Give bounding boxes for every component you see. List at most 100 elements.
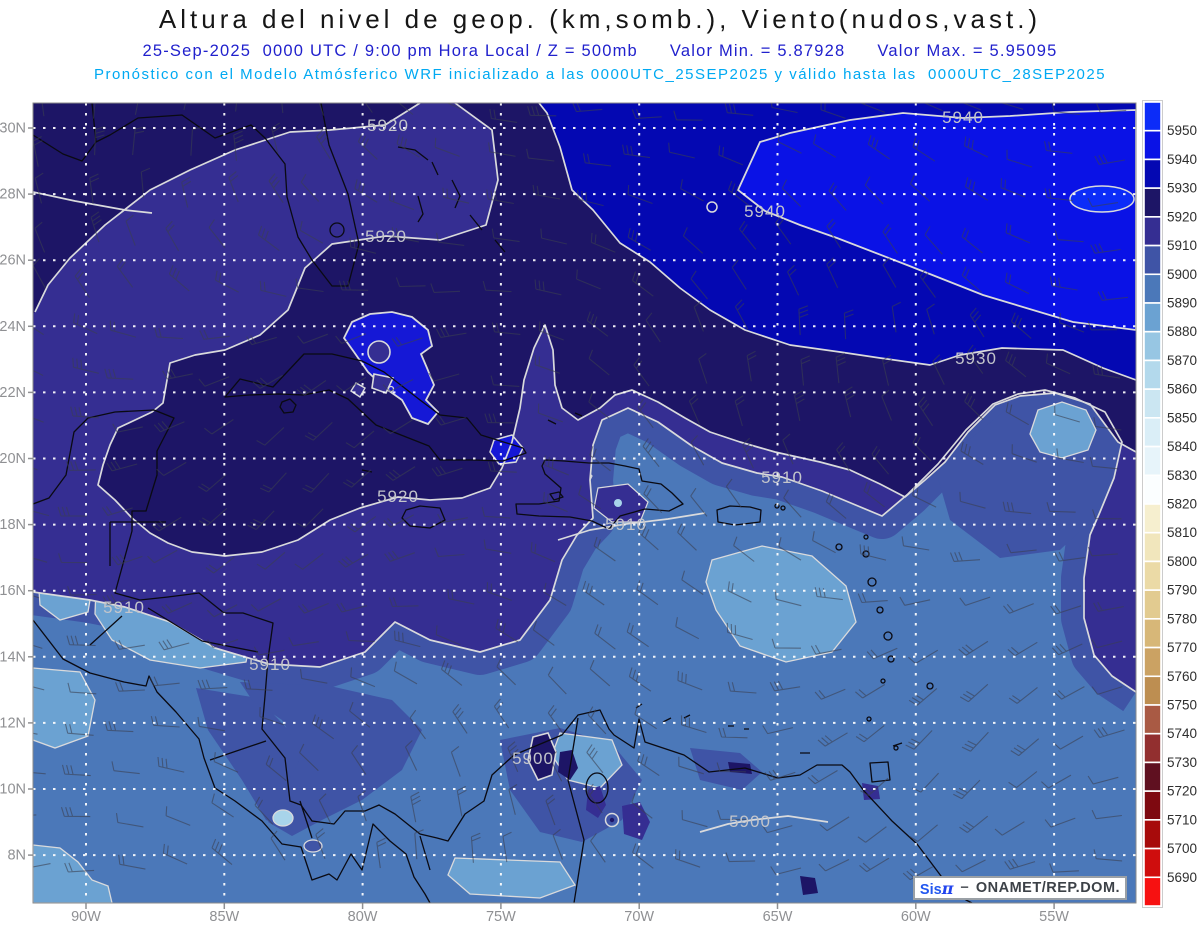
colorbar-segment-0 [1143,101,1162,132]
colorbar-segment-23 [1143,761,1162,792]
colorbar-segment-20 [1143,675,1162,706]
colorbar-legend: 5950 5940 5930 5920 5910 5900 5890 5880 5870 5860… [1142,100,1197,908]
colorbar-label-5750: 5750 [1167,698,1197,713]
colorbar-label-5770: 5770 [1167,640,1197,655]
contour-label-5920-0: 5920 [367,116,409,135]
colorbar-label-5730: 5730 [1167,755,1197,770]
contour-label-5910-9: 5910 [249,655,291,674]
contour-label-5910-7: 5910 [605,515,647,534]
branding-separator: − [960,880,969,896]
colorbar-segment-5 [1143,244,1162,276]
contour-label-5910-8: 5910 [103,598,145,617]
region-bullseye-center [609,817,615,823]
region-5950-plus-spot [1069,185,1135,213]
branding-org-label: ONAMET/REP.DOM. [975,880,1121,896]
colorbar-label-5950: 5950 [1167,123,1197,138]
contour-label-5900-11: 5900 [729,812,771,831]
colorbar-label-5840: 5840 [1167,439,1197,454]
contour-label-5920-3: 5920 [365,227,407,246]
lat-label-12N: 12N [0,715,26,731]
colorbar-segment-12 [1143,445,1162,477]
colorbar-segment-25 [1143,819,1162,850]
lat-label-22N: 22N [0,385,26,401]
lat-label-16N: 16N [0,583,26,599]
contour-label-5930-4: 5930 [955,349,997,368]
colorbar-segment-14 [1143,503,1162,534]
colorbar-label-5860: 5860 [1167,382,1197,397]
contour-label-5910-5: 5910 [761,468,803,487]
lat-label-14N: 14N [0,649,26,665]
region-light-atlantic-blob [1029,401,1097,459]
region-light-guyana [447,857,576,899]
colorbar-label-5700: 5700 [1167,841,1197,856]
lon-label-75W: 75W [486,909,516,925]
lat-label-26N: 26N [0,253,26,269]
colorbar-segment-17 [1143,589,1162,620]
lat-label-10N: 10N [0,782,26,798]
weather-map-screenshot: Altura del nivel de geop. (km,somb.), Vi… [0,0,1200,927]
colorbar-segment-9 [1143,359,1162,390]
colorbar-label-5920: 5920 [1167,209,1197,224]
colorbar-segment-2 [1143,158,1162,189]
lon-label-70W: 70W [624,909,654,925]
colorbar-label-5880: 5880 [1167,324,1197,339]
colorbar-label-5900: 5900 [1167,267,1197,282]
colorbar-label-5710: 5710 [1167,812,1197,827]
lon-label-90W: 90W [71,909,101,925]
colorbar-label-5930: 5930 [1167,181,1197,196]
region-lighter-dot-hispaniola [614,499,622,507]
colorbar-label-5830: 5830 [1167,468,1197,483]
colorbar-label-5780: 5780 [1167,611,1197,626]
colorbar-label-5810: 5810 [1167,525,1197,540]
lat-label-30N: 30N [0,121,26,137]
colorbar-label-5870: 5870 [1167,353,1197,368]
colorbar-label-5760: 5760 [1167,669,1197,684]
colorbar-segment-24 [1143,790,1162,821]
colorbar-segment-13 [1143,474,1162,505]
colorbar-segment-4 [1143,216,1162,247]
colorbar-segment-3 [1143,187,1162,218]
colorbar-label-5720: 5720 [1167,784,1197,799]
colorbar-segment-8 [1143,330,1162,362]
colorbar-segment-19 [1143,646,1162,678]
contour-label-5940-2: 5940 [744,202,786,221]
colorbar-label-5910: 5910 [1167,238,1197,253]
colorbar-label-5820: 5820 [1167,497,1197,512]
colorbar-label-5850: 5850 [1167,410,1197,425]
colorbar-label-5790: 5790 [1167,583,1197,598]
lon-label-60W: 60W [901,909,931,925]
contour-label-5940-1: 5940 [942,108,984,127]
pi-symbol: π [941,878,954,898]
colorbar-segment-16 [1143,560,1162,591]
region-lighter-ring-costa [272,809,294,827]
colorbar-segment-11 [1143,417,1162,448]
lon-label-65W: 65W [763,909,793,925]
region-cuba-hole-1 [367,340,391,364]
colorbar-label-5740: 5740 [1167,726,1197,741]
colorbar-label-5940: 5940 [1167,152,1197,167]
lon-label-85W: 85W [209,909,239,925]
colorbar-label-5690: 5690 [1167,870,1197,885]
colorbar-label-5800: 5800 [1167,554,1197,569]
colorbar-label-5890: 5890 [1167,296,1197,311]
sispi-logo-text: Sis [919,881,942,898]
colorbar-segment-22 [1143,732,1162,764]
lat-label-18N: 18N [0,517,26,533]
sispi-branding-box: Sisπ − ONAMET/REP.DOM. [913,876,1127,900]
colorbar-segment-15 [1143,531,1162,563]
colorbar-segment-26 [1143,847,1162,879]
colorbar-segment-27 [1143,876,1162,907]
colorbar-segment-7 [1143,302,1162,333]
colorbar-segment-6 [1143,273,1162,304]
colorbar-segment-10 [1143,388,1162,419]
colorbar-segment-21 [1143,704,1162,735]
region-band-ring-panama [303,839,323,853]
lon-label-55W: 55W [1039,909,1069,925]
lat-label-24N: 24N [0,319,26,335]
colorbar-segment-18 [1143,618,1162,649]
lat-label-8N: 8N [7,848,26,864]
lat-label-20N: 20N [0,451,26,467]
lat-label-28N: 28N [0,187,26,203]
map-svg: 5920 5940 5940 5920 5930 5910 5920 5910 5910 5910… [0,100,1197,925]
contour-label-5900-10: 5900 [512,749,554,768]
